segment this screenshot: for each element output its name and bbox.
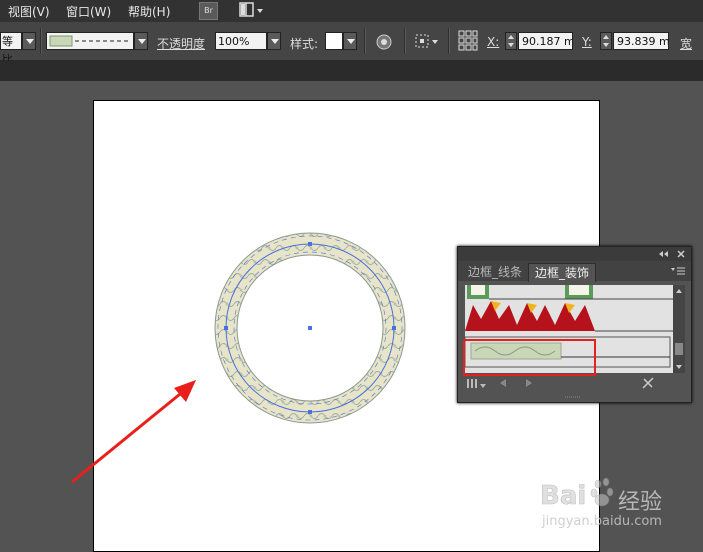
y-label[interactable]: Y: [582, 35, 592, 49]
style-swatch[interactable] [325, 32, 343, 50]
menu-bar: 视图(V) 窗口(W) 帮助(H) Br [0, 0, 703, 22]
x-label[interactable]: X: [487, 35, 499, 49]
ratio-field[interactable]: 等比 [0, 32, 22, 66]
baidu-jingyan-watermark: Bai 经验 jingyan.baidu.com [540, 470, 700, 543]
highlight-box [463, 339, 596, 376]
opacity-label[interactable]: 不透明度 [157, 35, 205, 52]
center-point [308, 326, 312, 330]
panel-menu-icon[interactable] [670, 266, 686, 276]
layout-icon [239, 2, 263, 17]
panel-scrollbar[interactable] [673, 285, 685, 373]
style-label: 样式: [290, 37, 319, 51]
next-library-icon[interactable] [524, 378, 534, 388]
remove-brush-stroke-icon[interactable] [641, 376, 655, 390]
opacity-input[interactable]: 100% [215, 32, 267, 50]
brush-stroke-preview [49, 35, 131, 47]
arrange-documents-button[interactable] [238, 1, 268, 19]
style-dropdown[interactable] [343, 32, 357, 50]
brush-swatch-green-frame[interactable] [467, 285, 675, 300]
tab-border-decor[interactable]: 边框_装饰 [528, 263, 597, 282]
menu-window[interactable]: 窗口(W) [66, 3, 111, 20]
width-label[interactable]: 宽 [680, 35, 692, 52]
bridge-button[interactable]: Br [199, 2, 218, 20]
recolor-artwork-icon[interactable] [375, 33, 393, 51]
control-bar: 等比 不透明度 100% 样式: X: 90.187 mm Y: [0, 22, 703, 66]
brush-library-panel: 边框_线条 边框_装饰 [457, 246, 692, 403]
brush-preview[interactable] [46, 32, 134, 50]
panel-titlebar[interactable] [458, 247, 691, 261]
brush-swatch-red-star[interactable] [465, 301, 675, 332]
y-stepper[interactable] [600, 32, 612, 50]
scroll-arrows [675, 289, 683, 369]
document-tab-strip [0, 61, 703, 81]
brush-libraries-menu-icon[interactable] [466, 377, 488, 391]
watermark-url: jingyan.baidu.com [542, 514, 662, 529]
double-chevron-left-icon[interactable] [658, 250, 670, 258]
opacity-dropdown[interactable] [267, 32, 281, 50]
align-to-icon[interactable] [414, 32, 442, 52]
stepper-arrows-icon [508, 35, 514, 47]
reference-point-icon[interactable] [458, 30, 478, 52]
brush-dropdown[interactable] [134, 32, 148, 50]
svg-text:Bai: Bai [540, 481, 586, 511]
x-stepper[interactable] [505, 32, 517, 50]
panel-resize-grip[interactable] [563, 394, 583, 400]
menu-view[interactable]: 视图(V) [8, 3, 50, 20]
previous-library-icon[interactable] [498, 378, 508, 388]
y-input[interactable]: 93.839 mm [613, 32, 669, 50]
menu-help[interactable]: 帮助(H) [128, 3, 170, 20]
tab-border-lines[interactable]: 边框_线条 [462, 263, 528, 281]
watermark-brand-suffix: 经验 [618, 490, 663, 515]
ratio-dropdown[interactable] [22, 32, 36, 50]
panel-tabs: 边框_线条 边框_装饰 [458, 261, 691, 282]
close-icon[interactable] [676, 249, 686, 259]
stepper-arrows-icon [603, 35, 609, 47]
x-input[interactable]: 90.187 mm [518, 32, 573, 50]
